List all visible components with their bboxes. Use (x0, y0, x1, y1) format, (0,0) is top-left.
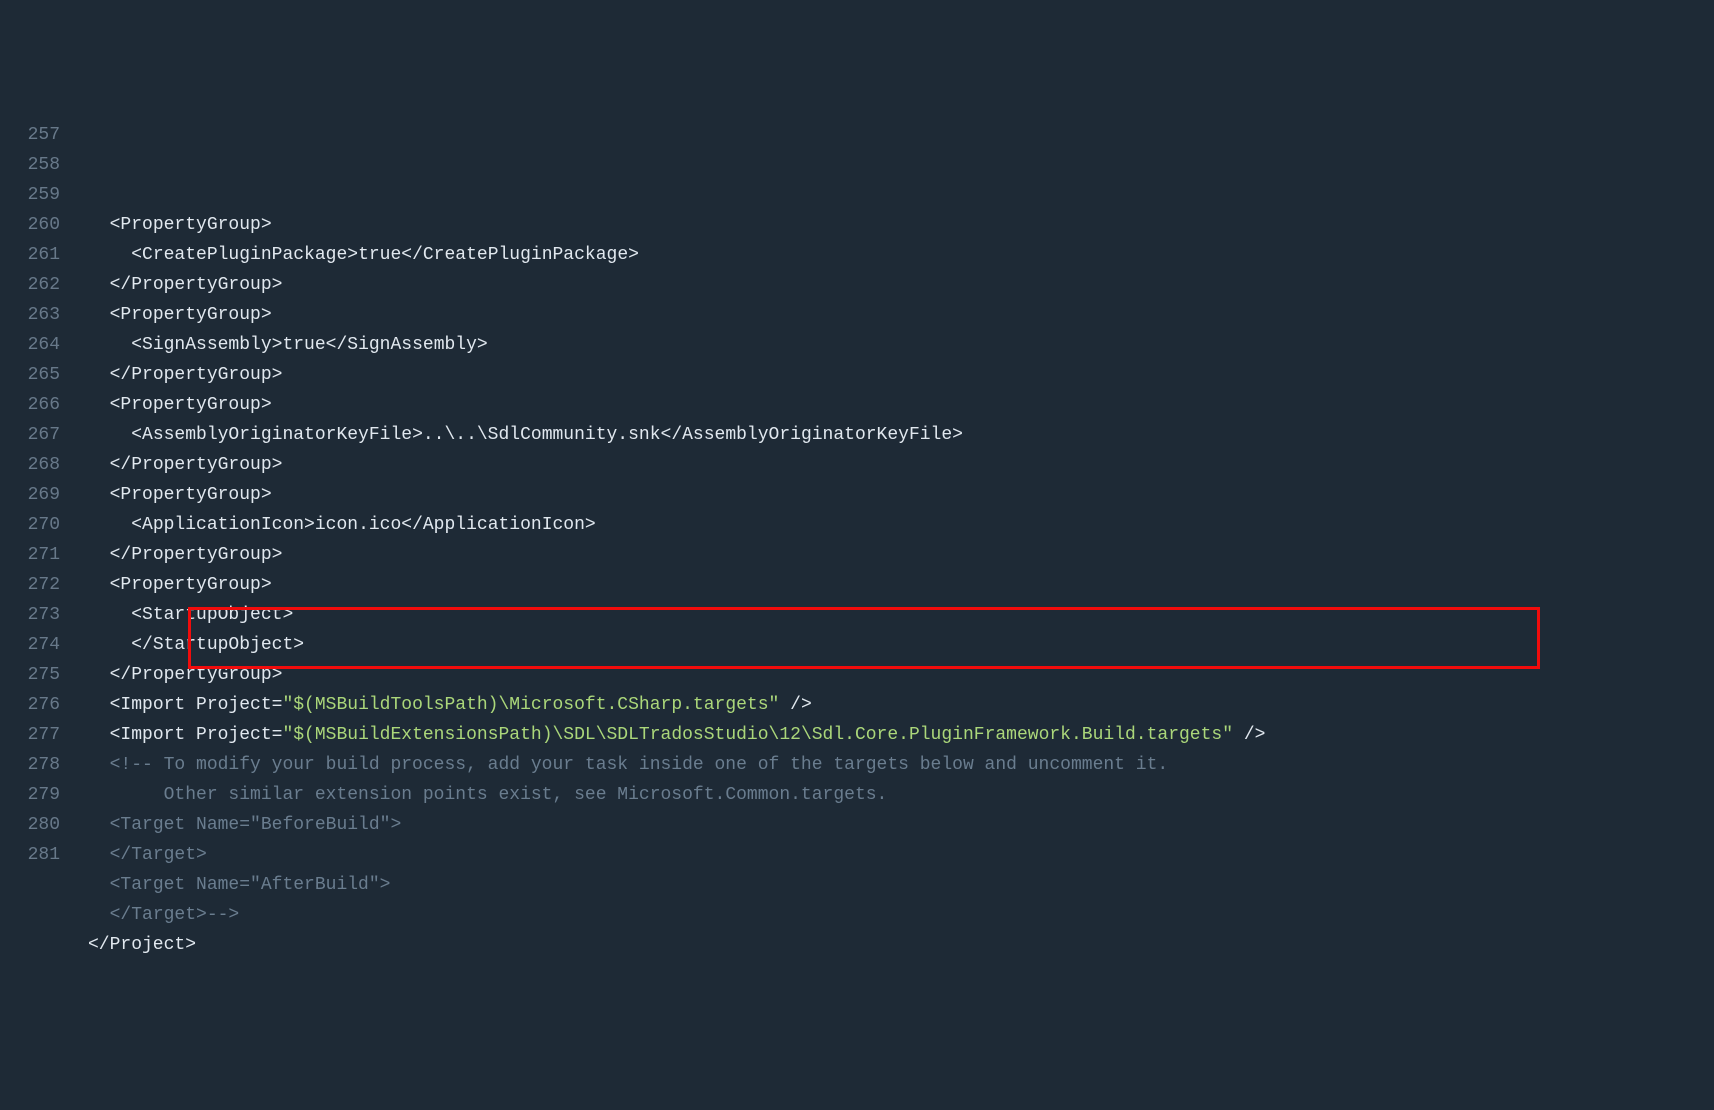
token: <Import (110, 725, 196, 745)
line-number: 280 (0, 810, 60, 840)
token: icon.ico (315, 515, 401, 535)
code-line[interactable]: <PropertyGroup> (88, 570, 1714, 600)
code-line[interactable]: </PropertyGroup> (88, 450, 1714, 480)
line-number: 272 (0, 570, 60, 600)
token: <CreatePluginPackage> (131, 245, 358, 265)
token: true (358, 245, 401, 265)
line-number: 278 (0, 750, 60, 780)
code-line[interactable]: <CreatePluginPackage>true</CreatePluginP… (88, 240, 1714, 270)
token: <Target Name="AfterBuild"> (110, 875, 391, 895)
code-line[interactable]: <Import Project="$(MSBuildExtensionsPath… (88, 720, 1714, 750)
code-line[interactable]: <StartupObject> (88, 600, 1714, 630)
token: <!-- To modify your build process, add y… (110, 755, 1169, 775)
code-line[interactable]: <PropertyGroup> (88, 210, 1714, 240)
code-line[interactable]: <Target Name="BeforeBuild"> (88, 810, 1714, 840)
token: <PropertyGroup> (110, 395, 272, 415)
code-content[interactable]: <PropertyGroup> <CreatePluginPackage>tru… (88, 120, 1714, 960)
token: <ApplicationIcon> (131, 515, 315, 535)
token: true (282, 335, 325, 355)
code-line[interactable]: <AssemblyOriginatorKeyFile>..\..\SdlComm… (88, 420, 1714, 450)
code-line[interactable]: <Target Name="AfterBuild"> (88, 870, 1714, 900)
token: <PropertyGroup> (110, 485, 272, 505)
token: </StartupObject> (131, 635, 304, 655)
token: "$(MSBuildToolsPath)\Microsoft.CSharp.ta… (282, 695, 779, 715)
token: <StartupObject> (131, 605, 293, 625)
token: </ApplicationIcon> (401, 515, 595, 535)
token: </AssemblyOriginatorKeyFile> (661, 425, 963, 445)
line-number: 277 (0, 720, 60, 750)
line-number: 268 (0, 450, 60, 480)
token: </PropertyGroup> (110, 545, 283, 565)
token: </CreatePluginPackage> (401, 245, 639, 265)
token: <AssemblyOriginatorKeyFile> (131, 425, 423, 445)
code-line[interactable]: <Import Project="$(MSBuildToolsPath)\Mic… (88, 690, 1714, 720)
code-line[interactable]: <ApplicationIcon>icon.ico</ApplicationIc… (88, 510, 1714, 540)
token: </PropertyGroup> (110, 665, 283, 685)
line-number: 259 (0, 180, 60, 210)
token: "$(MSBuildExtensionsPath)\SDL\SDLTradosS… (282, 725, 1233, 745)
code-line[interactable]: </PropertyGroup> (88, 540, 1714, 570)
token: </PropertyGroup> (110, 275, 283, 295)
token: Project= (196, 695, 282, 715)
token: <SignAssembly> (131, 335, 282, 355)
line-number: 281 (0, 840, 60, 870)
line-number: 275 (0, 660, 60, 690)
token: </Project> (88, 935, 196, 955)
line-number: 265 (0, 360, 60, 390)
token: </PropertyGroup> (110, 455, 283, 475)
line-number: 270 (0, 510, 60, 540)
code-line[interactable]: </PropertyGroup> (88, 360, 1714, 390)
token: Project= (196, 725, 282, 745)
line-number: 266 (0, 390, 60, 420)
line-number: 264 (0, 330, 60, 360)
token: /> (1233, 725, 1265, 745)
token: ..\..\SdlCommunity.snk (423, 425, 661, 445)
line-number: 279 (0, 780, 60, 810)
token: <PropertyGroup> (110, 305, 272, 325)
token: </PropertyGroup> (110, 365, 283, 385)
line-number: 271 (0, 540, 60, 570)
line-number: 262 (0, 270, 60, 300)
line-number: 276 (0, 690, 60, 720)
token: <PropertyGroup> (110, 575, 272, 595)
line-number: 258 (0, 150, 60, 180)
code-line[interactable]: </PropertyGroup> (88, 660, 1714, 690)
token: <PropertyGroup> (110, 215, 272, 235)
code-line[interactable]: <PropertyGroup> (88, 390, 1714, 420)
token: </Target> (110, 845, 207, 865)
line-number: 257 (0, 120, 60, 150)
token: /> (779, 695, 811, 715)
line-number: 267 (0, 420, 60, 450)
code-line[interactable]: Other similar extension points exist, se… (88, 780, 1714, 810)
line-number: 261 (0, 240, 60, 270)
code-line[interactable]: <SignAssembly>true</SignAssembly> (88, 330, 1714, 360)
code-line[interactable]: </Target>--> (88, 900, 1714, 930)
code-line[interactable]: </Target> (88, 840, 1714, 870)
code-line[interactable]: <PropertyGroup> (88, 300, 1714, 330)
line-number: 273 (0, 600, 60, 630)
code-line[interactable]: <!-- To modify your build process, add y… (88, 750, 1714, 780)
code-line[interactable]: </StartupObject> (88, 630, 1714, 660)
line-number: 269 (0, 480, 60, 510)
line-number: 263 (0, 300, 60, 330)
code-line[interactable]: </PropertyGroup> (88, 270, 1714, 300)
code-line[interactable]: <PropertyGroup> (88, 480, 1714, 510)
token: <Target Name="BeforeBuild"> (110, 815, 402, 835)
line-number: 260 (0, 210, 60, 240)
code-editor[interactable]: 2572582592602612622632642652662672682692… (0, 120, 1714, 960)
code-line[interactable]: </Project> (88, 930, 1714, 960)
line-number-gutter: 2572582592602612622632642652662672682692… (0, 120, 88, 960)
token: <Import (110, 695, 196, 715)
token: </SignAssembly> (326, 335, 488, 355)
token: </Target>--> (110, 905, 240, 925)
line-number: 274 (0, 630, 60, 660)
token: Other similar extension points exist, se… (164, 785, 888, 805)
